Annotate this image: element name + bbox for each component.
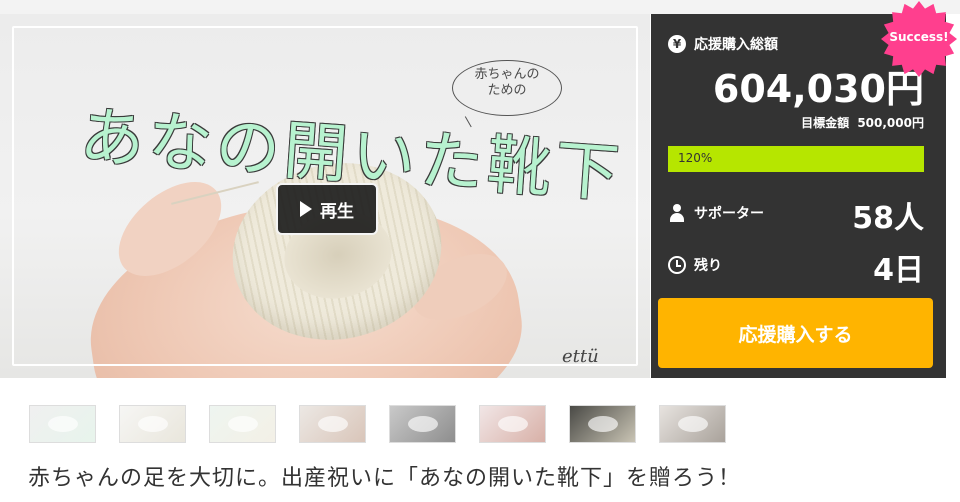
thumbnail-4[interactable] [299,405,366,443]
total-label-row: ¥ 応援購入総額 [668,34,778,54]
progress-text: 120% [678,151,713,165]
thumbnail-8[interactable] [659,405,726,443]
thumbnail-3[interactable] [209,405,276,443]
success-badge: Success! [880,0,958,78]
thumbnail-2[interactable] [119,405,186,443]
person-icon [668,204,686,222]
thumbnail-5[interactable] [389,405,456,443]
supporters-label: サポーター [694,206,764,222]
project-title: 赤ちゃんの足を大切に。出産祝いに「あなの開いた靴下」を贈ろう！ [28,466,742,491]
remaining-row: 残り [668,255,722,275]
supporters-value: 58人 [852,201,924,236]
thumbnail-strip [29,405,726,443]
play-label: 再生 [320,201,354,222]
thumbnail-6[interactable] [479,405,546,443]
hero-video[interactable]: あなの開いた靴下 赤ちゃんの ための ettü 再生 [0,14,650,378]
thumbnail-7[interactable] [569,405,636,443]
total-label: 応援購入総額 [694,37,778,53]
play-icon [300,201,312,217]
success-badge-label: Success! [889,30,949,44]
clock-icon [668,256,686,274]
supporters-row: サポーター [668,203,764,223]
play-button[interactable]: 再生 [276,183,378,235]
goal-amount: 500,000円 [857,116,924,130]
remaining-value: 4日 [873,253,924,288]
yen-icon: ¥ [668,35,686,53]
remaining-label: 残り [694,258,722,274]
top-strip [0,0,960,14]
goal-label: 目標金額 [801,116,850,130]
support-purchase-button[interactable]: 応援購入する [658,298,933,368]
goal-row: 目標金額 500,000円 [668,114,924,131]
funding-progress-bar: 120% [668,146,924,172]
thumbnail-1[interactable] [29,405,96,443]
